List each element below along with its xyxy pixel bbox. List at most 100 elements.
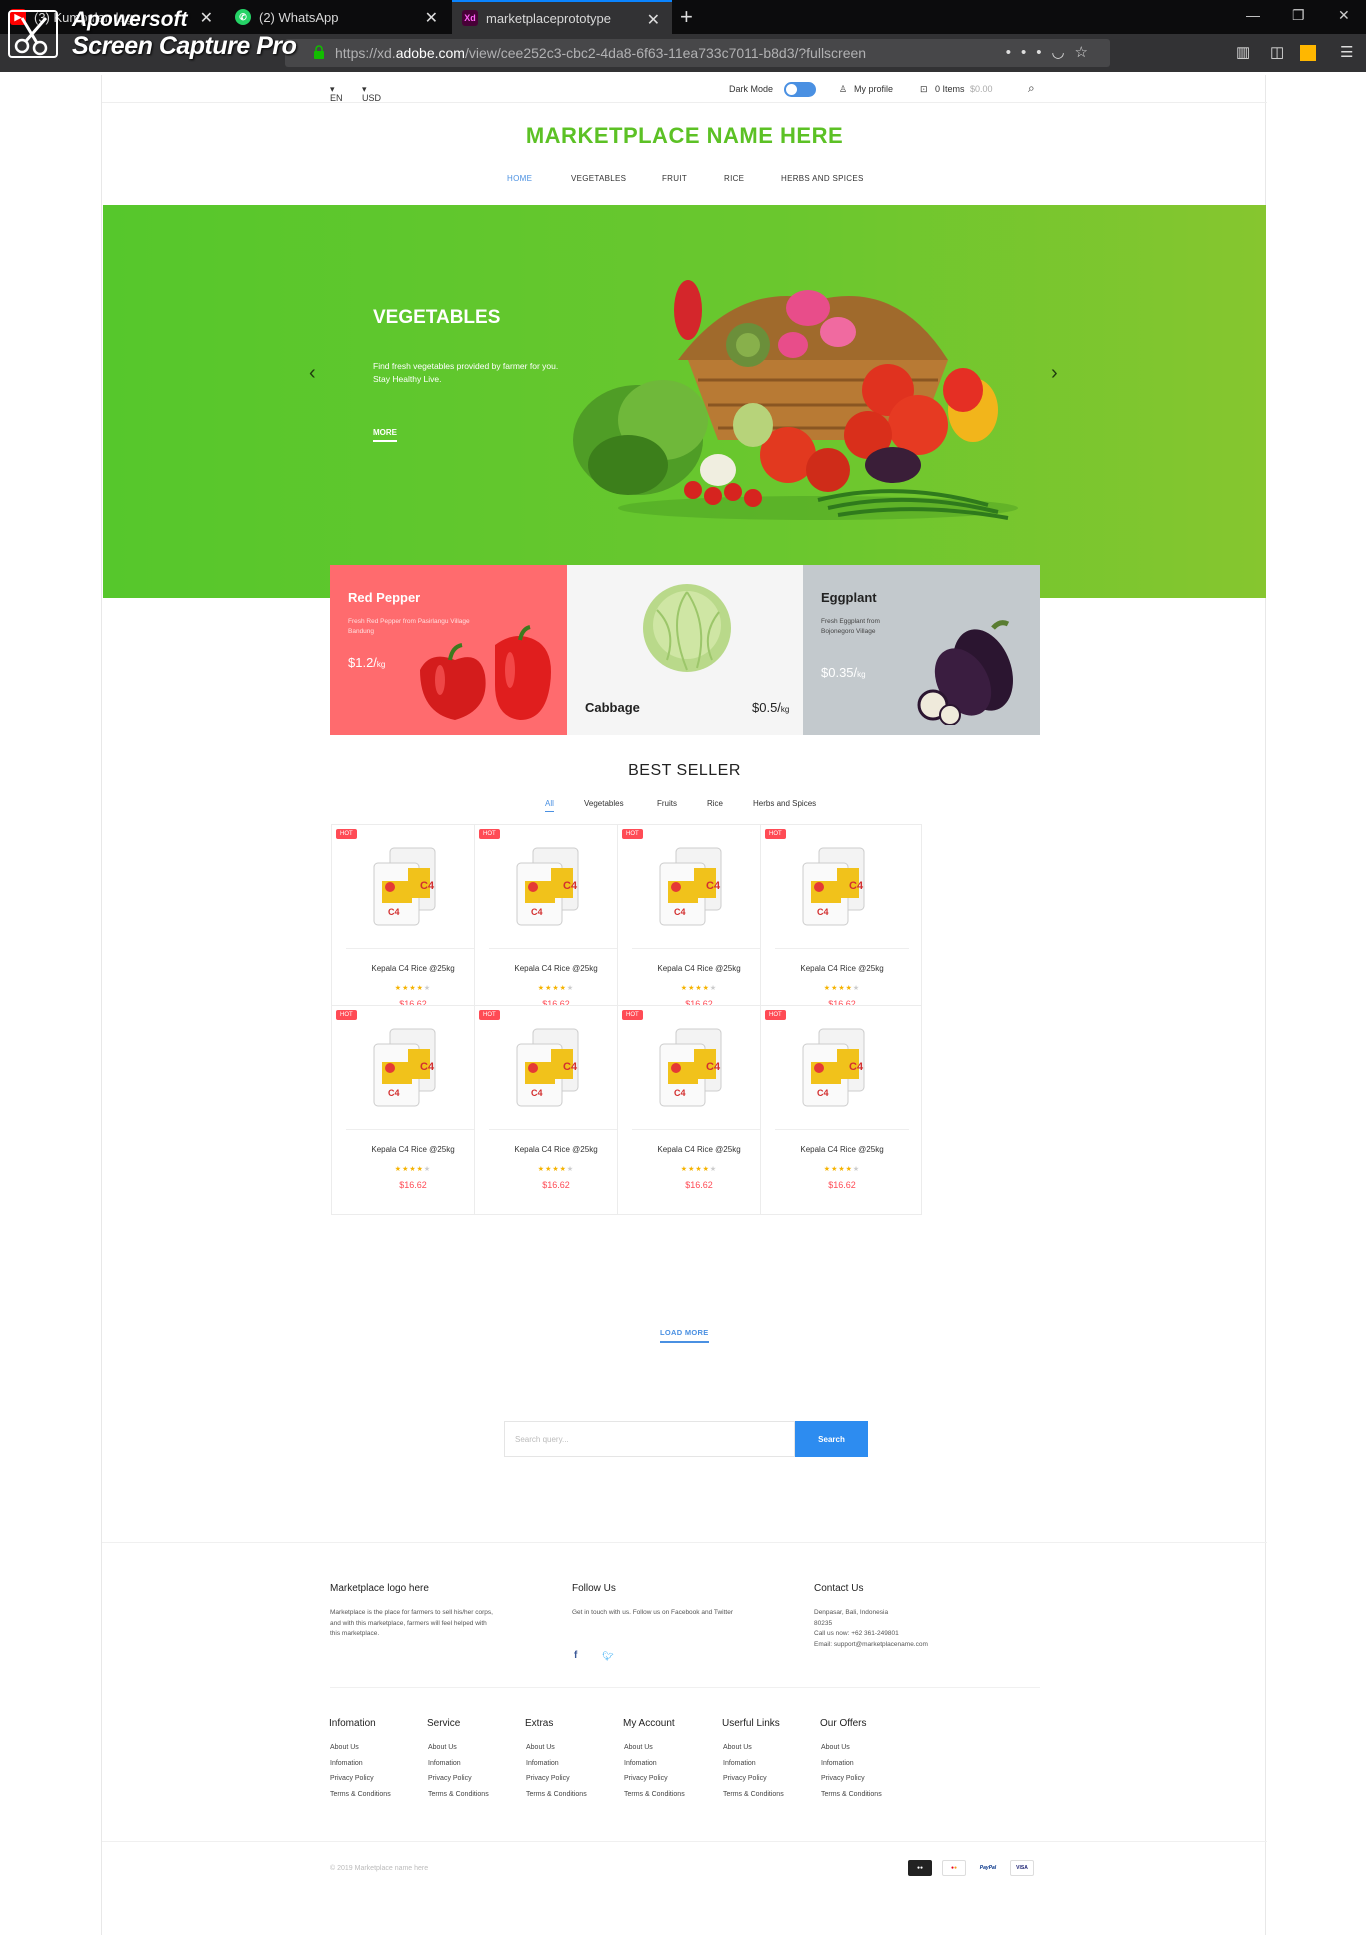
promo-card-red-pepper[interactable]: Red Pepper Fresh Red Pepper from Pasirla…	[330, 565, 567, 735]
product-card[interactable]: HOT C4 C4 Kepala C4 Rice @25kg ★★★★★ $16.62	[760, 824, 922, 1034]
load-more-button[interactable]: LOAD MORE	[660, 1328, 709, 1343]
menu-icon[interactable]: ☰	[1340, 43, 1353, 61]
profile-link[interactable]: My profile	[854, 84, 893, 94]
search-input[interactable]	[504, 1421, 795, 1457]
tab-all[interactable]: All	[545, 799, 554, 812]
extension-icon[interactable]	[1300, 45, 1316, 61]
dark-mode-toggle[interactable]	[784, 82, 816, 97]
footer-link[interactable]: About Us	[428, 1744, 457, 1751]
footer-link[interactable]: Privacy Policy	[428, 1775, 472, 1782]
product-name[interactable]: Kepala C4 Rice @25kg	[332, 964, 494, 973]
footer-logo-title: Marketplace logo here	[330, 1583, 429, 1594]
tab-herbs-and-spices[interactable]: Herbs and Spices	[753, 799, 816, 808]
footer-column-title: Infomation	[329, 1718, 376, 1729]
cart-icon[interactable]: ⊡	[920, 84, 928, 95]
footer-link[interactable]: Infomation	[821, 1760, 854, 1767]
nav-herbs-and-spices[interactable]: HERBS AND SPICES	[781, 174, 864, 183]
product-name[interactable]: Kepala C4 Rice @25kg	[618, 964, 780, 973]
footer-link[interactable]: Infomation	[330, 1760, 363, 1767]
minimize-icon[interactable]: —	[1246, 7, 1260, 23]
product-card[interactable]: HOT C4 C4 Kepala C4 Rice @25kg ★★★★★ $16.62	[331, 824, 493, 1034]
footer-link[interactable]: Infomation	[526, 1760, 559, 1767]
footer-link[interactable]: Terms & Conditions	[330, 1791, 391, 1798]
tab-fruits[interactable]: Fruits	[657, 799, 677, 808]
footer-link[interactable]: Terms & Conditions	[821, 1791, 882, 1798]
tab-marketplace[interactable]: Xd marketplaceprototype ✕	[452, 0, 672, 34]
nav-home[interactable]: HOME	[507, 174, 532, 183]
product-card[interactable]: HOT C4 C4 Kepala C4 Rice @25kg ★★★★★ $16.62	[760, 1005, 922, 1215]
footer-link[interactable]: Privacy Policy	[330, 1775, 374, 1782]
product-name[interactable]: Kepala C4 Rice @25kg	[475, 1145, 637, 1154]
promo-title: Eggplant	[821, 590, 877, 605]
footer-link[interactable]: Terms & Conditions	[526, 1791, 587, 1798]
bookmark-star-icon[interactable]: ☆	[1075, 44, 1098, 61]
footer-link[interactable]: About Us	[330, 1744, 359, 1751]
product-name[interactable]: Kepala C4 Rice @25kg	[761, 964, 923, 973]
footer-contact-info: Denpasar, Bali, Indonesia 80235 Call us …	[814, 1609, 928, 1648]
search-button[interactable]: Search	[795, 1421, 868, 1457]
footer-link[interactable]: Terms & Conditions	[624, 1791, 685, 1798]
nav-rice[interactable]: RICE	[724, 174, 744, 183]
nav-vegetables[interactable]: VEGETABLES	[571, 174, 626, 183]
user-icon[interactable]: ♙	[839, 84, 847, 95]
product-card[interactable]: HOT C4 C4 Kepala C4 Rice @25kg ★★★★★ $16.62	[617, 1005, 779, 1215]
svg-text:C4: C4	[531, 907, 543, 917]
cart-items[interactable]: 0 Items	[935, 84, 965, 94]
watermark-line-1: Apowersoft	[72, 8, 188, 31]
product-name[interactable]: Kepala C4 Rice @25kg	[618, 1145, 780, 1154]
rating-stars: ★★★★★	[680, 985, 718, 992]
promo-card-eggplant[interactable]: Eggplant Fresh Eggplant from Bojonegoro …	[803, 565, 1040, 735]
footer-link[interactable]: About Us	[624, 1744, 653, 1751]
hero-more-button[interactable]: MORE	[373, 428, 397, 442]
chevron-left-icon[interactable]: ‹	[309, 362, 316, 385]
footer-link[interactable]: Terms & Conditions	[428, 1791, 489, 1798]
search-icon[interactable]: ⌕	[1028, 81, 1035, 96]
product-card[interactable]: HOT C4 C4 Kepala C4 Rice @25kg ★★★★★ $16.62	[474, 824, 636, 1034]
window-close-icon[interactable]: ✕	[1338, 7, 1350, 24]
close-icon[interactable]: ✕	[425, 8, 438, 28]
footer-link[interactable]: Infomation	[624, 1760, 657, 1767]
currency-select[interactable]: USD ▾	[362, 84, 381, 103]
product-card[interactable]: HOT C4 C4 Kepala C4 Rice @25kg ★★★★★ $16.62	[474, 1005, 636, 1215]
url-actions[interactable]: •••◡☆	[1006, 43, 1098, 61]
svg-text:C4: C4	[849, 1061, 864, 1073]
footer-link[interactable]: Infomation	[428, 1760, 461, 1767]
footer-link[interactable]: Privacy Policy	[723, 1775, 767, 1782]
product-name[interactable]: Kepala C4 Rice @25kg	[761, 1145, 923, 1154]
paypal-icon: PayPal	[976, 1860, 1000, 1876]
footer-link[interactable]: Terms & Conditions	[723, 1791, 784, 1798]
footer-link[interactable]: About Us	[723, 1744, 752, 1751]
footer-link[interactable]: About Us	[526, 1744, 555, 1751]
tab-rice[interactable]: Rice	[707, 799, 723, 808]
vegetable-basket-image	[573, 280, 1018, 520]
facebook-icon[interactable]: f	[574, 1650, 577, 1661]
footer-link[interactable]: About Us	[821, 1744, 850, 1751]
site-brand[interactable]: MARKETPLACE NAME HERE	[102, 123, 1267, 149]
footer-link[interactable]: Privacy Policy	[624, 1775, 668, 1782]
svg-text:C4: C4	[420, 1061, 435, 1073]
new-tab-icon[interactable]: +	[680, 4, 693, 30]
card-divider	[632, 1129, 766, 1130]
product-price: $16.62	[828, 1180, 856, 1190]
promo-card-cabbage[interactable]: Cabbage $0.5/kg	[567, 565, 803, 735]
library-icon[interactable]: ▥	[1236, 43, 1250, 61]
pocket-icon[interactable]: ◡	[1051, 44, 1074, 61]
footer-link[interactable]: Infomation	[723, 1760, 756, 1767]
footer-link[interactable]: Privacy Policy	[821, 1775, 865, 1782]
product-name[interactable]: Kepala C4 Rice @25kg	[475, 964, 637, 973]
product-card[interactable]: HOT C4 C4 Kepala C4 Rice @25kg ★★★★★ $16.62	[331, 1005, 493, 1215]
twitter-icon[interactable]: 🐦︎	[602, 1651, 613, 1662]
footer-link[interactable]: Privacy Policy	[526, 1775, 570, 1782]
language-select[interactable]: EN ▾	[330, 84, 343, 103]
close-icon[interactable]: ✕	[647, 10, 660, 30]
hero-title: VEGETABLES	[373, 307, 501, 328]
product-price: $16.62	[542, 1180, 570, 1190]
sidebar-icon[interactable]: ◫	[1270, 43, 1284, 61]
address-bar[interactable]: https://xd.adobe.com/view/cee252c3-cbc2-…	[285, 39, 1110, 67]
restore-icon[interactable]: ❐	[1292, 7, 1305, 24]
nav-fruit[interactable]: FRUIT	[662, 174, 687, 183]
tab-vegetables[interactable]: Vegetables	[584, 799, 624, 808]
product-name[interactable]: Kepala C4 Rice @25kg	[332, 1145, 494, 1154]
product-card[interactable]: HOT C4 C4 Kepala C4 Rice @25kg ★★★★★ $16.62	[617, 824, 779, 1034]
svg-text:C4: C4	[817, 1088, 829, 1098]
